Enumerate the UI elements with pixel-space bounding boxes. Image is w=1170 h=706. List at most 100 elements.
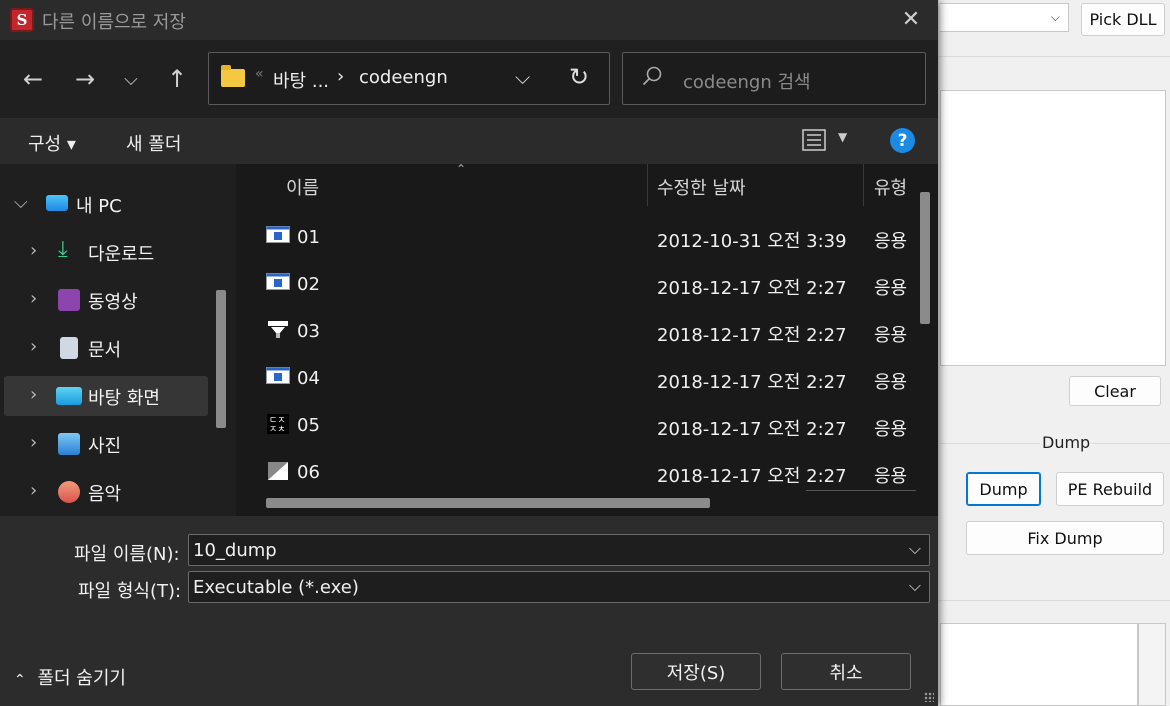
video-icon: [58, 289, 80, 311]
cancel-button[interactable]: 취소: [781, 653, 911, 690]
nav-item-this-pc[interactable]: ⌵ 내 PC: [4, 184, 208, 224]
fix-dump-button[interactable]: Fix Dump: [966, 521, 1164, 555]
chevron-right-icon[interactable]: ›: [30, 336, 37, 357]
search-icon: [642, 66, 662, 86]
filename-field[interactable]: 10_dump ⌵: [188, 534, 930, 566]
nav-item-documents[interactable]: › 문서: [4, 328, 208, 368]
file-row[interactable]: 02 2018-12-17 오전 2:27 응용: [264, 261, 914, 308]
file-list-horizontal-scrollbar[interactable]: [266, 498, 710, 508]
back-button[interactable]: ←: [18, 64, 48, 94]
chevron-down-icon[interactable]: ⌵: [909, 576, 921, 596]
address-bar[interactable]: « 바탕 ... › codeengn ⌵ ↻: [208, 52, 610, 105]
title-bar: S 다른 이름으로 저장 ✕: [0, 0, 938, 40]
pictures-icon: [58, 433, 80, 455]
forward-button[interactable]: →: [70, 64, 100, 94]
file-name: 04: [297, 368, 320, 389]
column-header-type[interactable]: 유형: [874, 174, 907, 200]
chevron-right-icon[interactable]: ›: [30, 240, 37, 261]
arrow-right-icon: →: [74, 65, 96, 93]
search-box[interactable]: codeengn 검색: [622, 52, 926, 105]
nav-item-pictures[interactable]: › 사진: [4, 424, 208, 464]
file-row[interactable]: 06 2018-12-17 오전 2:27 응용: [264, 449, 914, 496]
file-date: 2018-12-17 오전 2:27: [657, 278, 847, 299]
column-header-name[interactable]: 이름: [286, 174, 319, 200]
pick-dll-button[interactable]: Pick DLL: [1081, 3, 1165, 36]
column-separator[interactable]: [863, 164, 864, 206]
nav-item-desktop[interactable]: › 바탕 화면: [4, 376, 208, 416]
caret-down-icon[interactable]: ▼: [838, 130, 847, 144]
resize-grip-icon[interactable]: [924, 692, 934, 702]
hide-folders-toggle[interactable]: ⌃ 폴더 숨기기: [14, 664, 126, 690]
file-type: 응용: [874, 325, 908, 346]
file-date: 2018-12-17 오전 2:27: [657, 372, 847, 393]
overflow-chevron[interactable]: «: [255, 66, 264, 82]
search-input[interactable]: codeengn 검색: [683, 68, 811, 94]
arrow-left-icon: ←: [22, 65, 44, 93]
file-type: 응용: [874, 372, 908, 393]
chevron-down-icon[interactable]: ⌵: [909, 539, 921, 559]
close-button[interactable]: ✕: [898, 6, 924, 32]
save-button[interactable]: 저장(S): [631, 653, 761, 690]
nav-item-videos[interactable]: › 동영상: [4, 280, 208, 320]
music-icon: [58, 481, 80, 503]
column-separator[interactable]: [647, 164, 648, 206]
file-list-vertical-scrollbar[interactable]: [920, 192, 930, 324]
output-textarea[interactable]: [940, 623, 1138, 706]
pc-icon: [46, 195, 68, 211]
file-name: 06: [297, 462, 320, 483]
address-history-chevron-icon[interactable]: ⌵: [515, 65, 530, 89]
column-header-date[interactable]: 수정한 날짜: [657, 174, 746, 200]
file-row[interactable]: ㄷㅈ ㅈㅊ 05 2018-12-17 오전 2:27 응용: [264, 402, 914, 449]
refresh-icon[interactable]: ↻: [569, 63, 589, 91]
nav-item-downloads[interactable]: › ⤓ 다운로드: [4, 232, 208, 272]
divider: [938, 56, 1170, 57]
filename-label: 파일 이름(N):: [74, 544, 180, 565]
file-type: 응용: [874, 419, 908, 440]
filetype-label: 파일 형식(T):: [78, 581, 182, 602]
chevron-right-icon[interactable]: ›: [30, 480, 37, 501]
output-scrollbar[interactable]: [1138, 623, 1166, 706]
recent-locations-button[interactable]: ⌵: [116, 64, 146, 94]
breadcrumb-separator[interactable]: ›: [337, 66, 344, 87]
nav-label: 동영상: [88, 292, 138, 313]
help-icon[interactable]: ?: [890, 128, 915, 153]
glyph-app-icon: ㄷㅈㅈㅊ: [267, 414, 289, 434]
chevron-down-icon: ⌵: [1050, 10, 1060, 24]
filetype-value: Executable (*.exe): [193, 577, 359, 598]
dll-select-combo[interactable]: ⌵: [940, 3, 1069, 32]
file-row[interactable]: 01 2012-10-31 오전 3:39 응용: [264, 214, 914, 261]
nav-label: 사진: [88, 436, 122, 457]
nav-scrollbar-thumb[interactable]: [216, 290, 226, 428]
sort-ascending-icon: ⌃: [456, 164, 467, 176]
chevron-right-icon[interactable]: ›: [30, 432, 37, 453]
chevron-right-icon[interactable]: ›: [30, 384, 37, 405]
funnel-app-icon: [268, 321, 288, 338]
organize-button[interactable]: 구성 ▾: [28, 130, 76, 156]
chevron-up-icon: ⌃: [14, 672, 26, 688]
breadcrumb-desktop[interactable]: 바탕 ...: [273, 67, 329, 93]
pe-rebuild-button[interactable]: PE Rebuild: [1056, 472, 1164, 506]
file-date: 2012-10-31 오전 3:39: [657, 231, 847, 252]
hide-folders-label: 폴더 숨기기: [37, 668, 126, 689]
folder-icon: [221, 65, 245, 87]
file-row[interactable]: 03 2018-12-17 오전 2:27 응용: [264, 308, 914, 355]
view-options-icon[interactable]: [802, 129, 826, 151]
download-icon: ⤓: [58, 237, 68, 262]
dump-button[interactable]: Dump: [966, 472, 1041, 506]
log-textarea[interactable]: [940, 90, 1166, 366]
breadcrumb-codeengn[interactable]: codeengn: [359, 67, 448, 88]
up-button[interactable]: ↑: [162, 64, 192, 94]
filetype-select[interactable]: Executable (*.exe) ⌵: [188, 571, 930, 603]
filename-input[interactable]: 10_dump: [193, 540, 277, 561]
chevron-right-icon[interactable]: ›: [30, 288, 37, 309]
arrow-up-icon: ↑: [166, 65, 188, 93]
nav-item-music[interactable]: › 음악: [4, 472, 208, 512]
clear-button[interactable]: Clear: [1069, 376, 1161, 406]
svg-text:ㅈㅊ: ㅈㅊ: [269, 425, 286, 434]
file-row[interactable]: 04 2018-12-17 오전 2:27 응용: [264, 355, 914, 402]
new-folder-button[interactable]: 새 폴더: [126, 130, 181, 156]
triangle-app-icon: [268, 462, 288, 480]
close-icon: ✕: [901, 6, 921, 32]
file-date: 2018-12-17 오전 2:27: [657, 419, 847, 440]
chevron-down-icon[interactable]: ⌵: [14, 192, 28, 213]
